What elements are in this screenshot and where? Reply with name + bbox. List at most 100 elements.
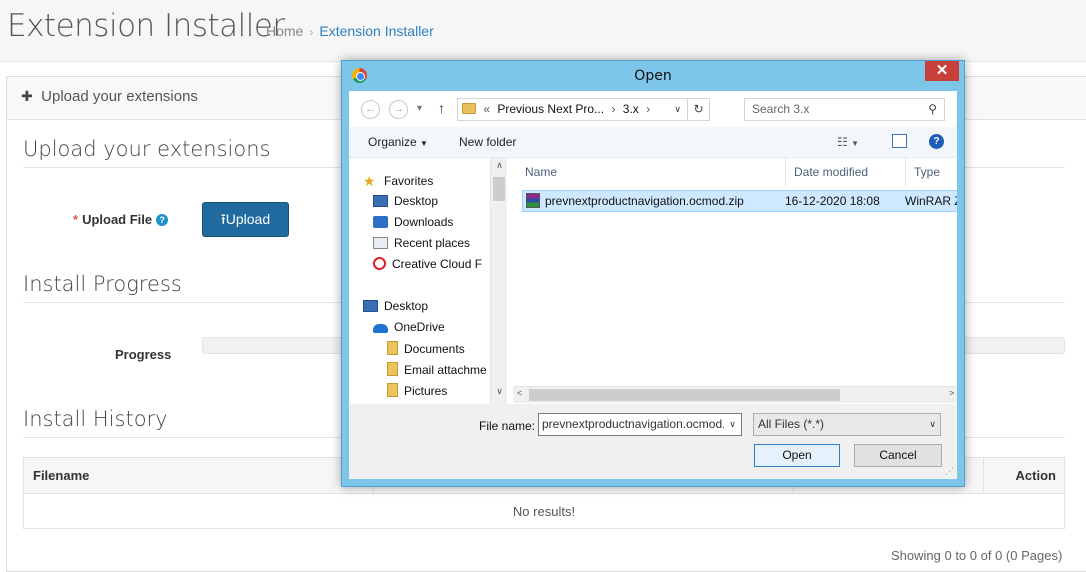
scroll-up-icon[interactable]: ∧ [491,160,507,171]
resize-grip-icon[interactable]: ⋰ [945,466,954,477]
up-button[interactable]: ↑ [438,100,445,116]
forward-button[interactable]: → [389,100,408,119]
tree-item-recent-places[interactable]: Recent places [373,236,470,250]
tree-item-email-attachments[interactable]: Email attachme [387,362,487,377]
tree-item-documents[interactable]: Documents [387,341,465,356]
search-input[interactable]: Search 3.x ⚲ [744,98,945,121]
tree-item-label: Email attachme [404,363,487,377]
tree-item-pictures[interactable]: Pictures [387,383,447,398]
file-name-value: prevnextproductnavigation.ocmod.zip [542,417,741,431]
column-header-date-modified[interactable]: Date modified [786,158,906,186]
breadcrumb-current-link[interactable]: Extension Installer [319,23,433,39]
organize-menu[interactable]: Organize ▼ [368,135,428,149]
upload-file-label: * Upload File? [73,212,169,227]
close-button[interactable]: ✕ [925,61,959,81]
refresh-button[interactable]: ↻ [687,99,709,120]
open-file-dialog: Open ✕ ← → ▾ ↑ « Previous Next Pro... › … [341,60,965,487]
cancel-button[interactable]: Cancel [854,444,942,467]
tree-item-label: Desktop [384,299,429,313]
progress-label: Progress [115,347,172,362]
onedrive-icon [373,324,388,333]
breadcrumb-separator: › [309,25,314,39]
new-folder-button[interactable]: New folder [459,135,516,149]
install-history-title: Install History [23,407,168,431]
chevron-down-icon[interactable]: ∨ [724,414,741,435]
column-header-name[interactable]: Name [517,158,786,186]
file-row[interactable]: prevnextproductnavigation.ocmod.zip 16-1… [522,190,957,212]
upload-button[interactable]: ⭱Upload [202,202,289,237]
horizontal-scrollbar[interactable]: < > [513,386,957,403]
address-segment[interactable]: Previous Next Pro... [497,102,604,116]
tree-item-desktop[interactable]: Desktop [373,194,438,208]
file-type-filter-select[interactable]: All Files (*.*) ∨ [753,413,941,436]
panel-heading-title: Upload your extensions [41,88,198,105]
address-separator[interactable]: › [646,102,650,116]
table-row: No results! [23,493,1065,529]
tree-item-favorites[interactable]: ★ Favorites [363,173,434,189]
scroll-right-icon[interactable]: > [949,388,954,398]
tree-item-creative-cloud[interactable]: Creative Cloud F [373,257,482,271]
breadcrumb: Home › Extension Installer [266,23,434,39]
address-overflow[interactable]: « [483,102,490,116]
tree-item-label: Favorites [384,174,434,188]
address-bar[interactable]: « Previous Next Pro... › 3.x › ∨ ↻ [457,98,710,121]
tree-item-label: Pictures [404,384,448,398]
address-dropdown-icon[interactable]: ∨ [674,99,681,120]
organize-label: Organize [368,135,417,149]
back-button[interactable]: ← [361,100,380,119]
navigation-scrollbar[interactable]: ∧ ∨ [490,158,507,404]
navigation-pane: ★ Favorites Desktop Downloads Recent plac… [349,158,507,404]
address-segment-leaf[interactable]: 3.x [623,102,639,116]
column-header-filename[interactable]: Filename [23,457,374,494]
chevron-down-icon: ▼ [420,139,428,148]
creative-cloud-icon [373,257,386,270]
upload-file-label-text: Upload File [82,212,153,227]
install-progress-title: Install Progress [23,272,182,296]
file-name: prevnextproductnavigation.ocmod.zip [545,194,744,208]
scroll-down-icon[interactable]: ∨ [491,386,507,397]
file-type: WinRAR Z [905,194,957,208]
scrollbar-thumb[interactable] [493,177,505,201]
column-header-action: Action [983,457,1065,494]
tree-item-label: Recent places [394,236,471,250]
view-options-button[interactable]: ☷ ▼ [837,135,859,149]
page-title: Extension Installer [7,8,285,44]
file-name-label: File name: [479,419,536,433]
file-list-pane: Name Date modified Type prevnextproductn… [513,158,957,404]
chevron-down-icon: ∨ [929,419,936,429]
help-icon[interactable]: ? [929,134,944,149]
folder-icon [462,103,476,114]
tree-item-downloads[interactable]: Downloads [373,215,453,229]
dialog-body: ← → ▾ ↑ « Previous Next Pro... › 3.x › ∨… [349,91,957,479]
open-button[interactable]: Open [754,444,840,467]
folder-icon [387,341,398,355]
dialog-toolbar: Organize ▼ New folder ☷ ▼ ? [349,127,957,158]
dialog-title: Open [634,68,672,84]
question-circle-icon[interactable]: ? [156,214,169,226]
file-name-input[interactable]: prevnextproductnavigation.ocmod.zip ∨ [538,413,742,436]
pagination-summary: Showing 0 to 0 of 0 (0 Pages) [891,548,1063,563]
navigation-bar: ← → ▾ ↑ « Previous Next Pro... › 3.x › ∨… [349,91,957,127]
tree-item-desktop-root[interactable]: Desktop [363,299,428,313]
star-icon: ★ [363,173,376,189]
tree-item-label: Desktop [394,194,439,208]
breadcrumb-home-link[interactable]: Home [266,23,303,39]
page-header: Extension Installer Home › Extension Insta… [0,0,1086,62]
desktop-icon [363,300,378,312]
preview-pane-button[interactable] [892,134,907,148]
downloads-icon [373,216,388,228]
folder-icon [387,383,398,397]
puzzle-icon: ✚ [21,88,33,104]
search-icon: ⚲ [928,102,937,116]
tree-item-label: Downloads [394,215,454,229]
file-type-filter-value: All Files (*.*) [758,417,825,431]
column-header-type[interactable]: Type [906,158,957,186]
recent-places-icon [373,237,388,249]
tree-item-label: Documents [404,342,465,356]
address-separator[interactable]: › [611,102,615,116]
file-date-modified: 16-12-2020 18:08 [785,194,880,208]
scrollbar-thumb[interactable] [529,389,840,401]
recent-locations-dropdown[interactable]: ▾ [417,103,422,114]
scroll-left-icon[interactable]: < [517,388,522,398]
tree-item-onedrive[interactable]: OneDrive [373,320,445,334]
